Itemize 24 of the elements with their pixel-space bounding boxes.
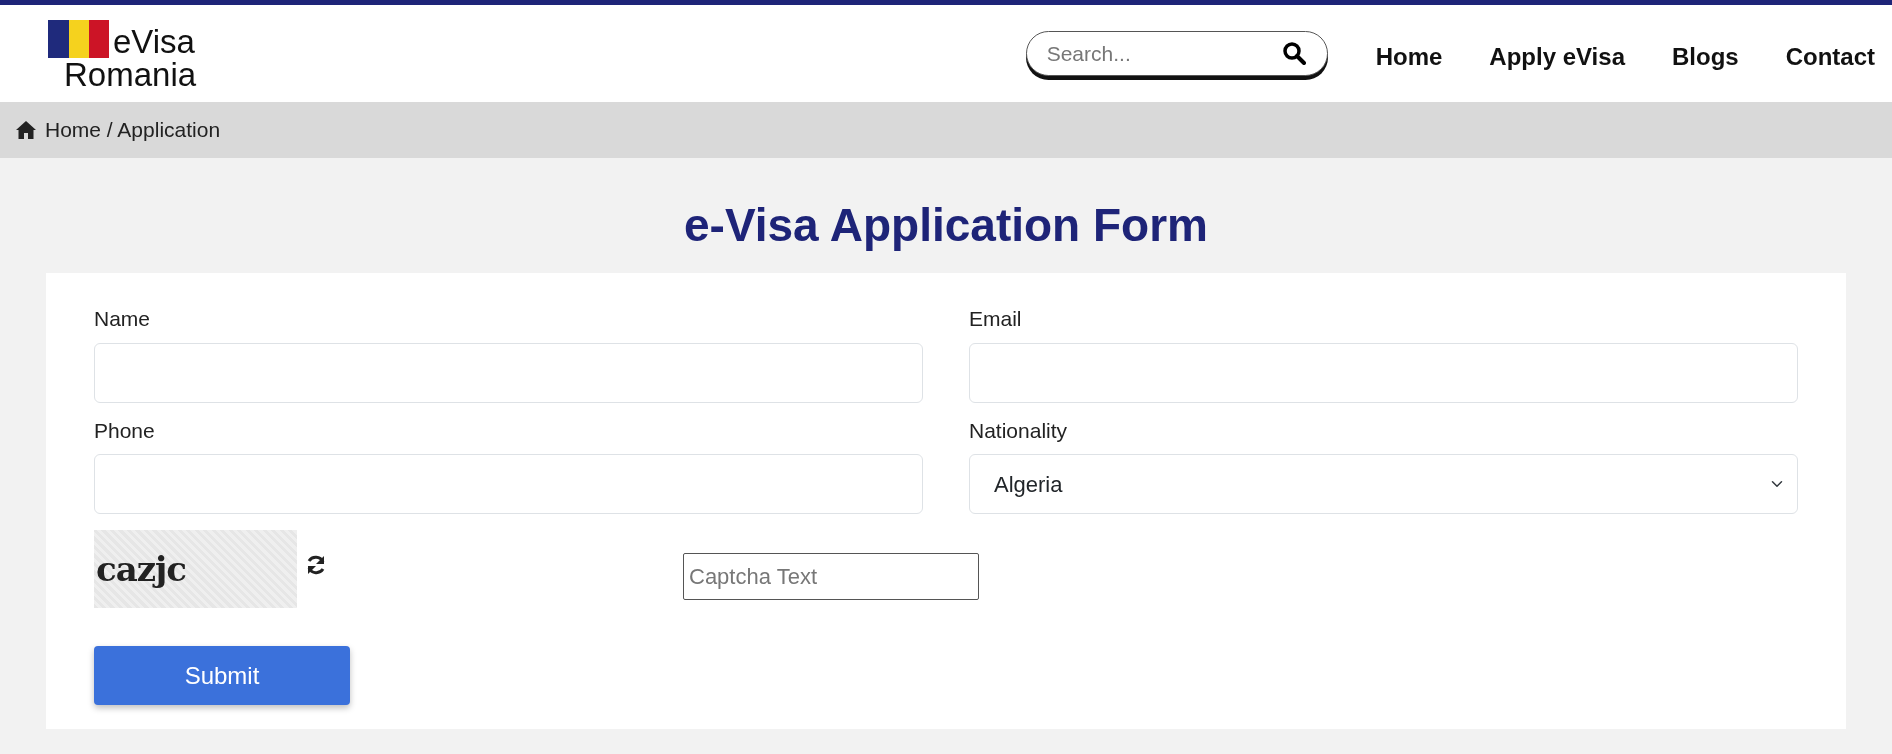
nav-link[interactable]: Blogs [1672,38,1739,75]
input-field[interactable] [969,342,1798,403]
input-field[interactable] [94,454,923,515]
field-label: Email [969,306,1023,333]
field-label: Nationality [969,417,1069,444]
breadcrumb: Home / Application [45,117,221,144]
field-label: Name [94,306,152,333]
captcha-field[interactable]: Captcha Text [683,553,979,601]
submit-button[interactable]: Submit [94,646,350,706]
search-icon [1281,41,1306,65]
field-label: Phone [94,417,156,444]
logo-text: eVisa [113,25,195,58]
refresh-icon[interactable] [305,554,327,577]
nav-link[interactable]: Contact [1785,38,1875,75]
select-field[interactable]: Algeria [969,454,1798,515]
captcha-image: cazjc [94,530,297,609]
logo-text: Romania [64,58,197,91]
nav-link[interactable]: Home [1375,38,1443,75]
page-title: e-Visa Application Form [683,198,1209,253]
search-field[interactable]: Search... [1025,31,1328,76]
nav-link[interactable]: Apply eVisa [1489,38,1625,75]
home-icon [15,120,37,140]
input-field[interactable] [94,342,923,403]
flag-icon [48,20,109,58]
